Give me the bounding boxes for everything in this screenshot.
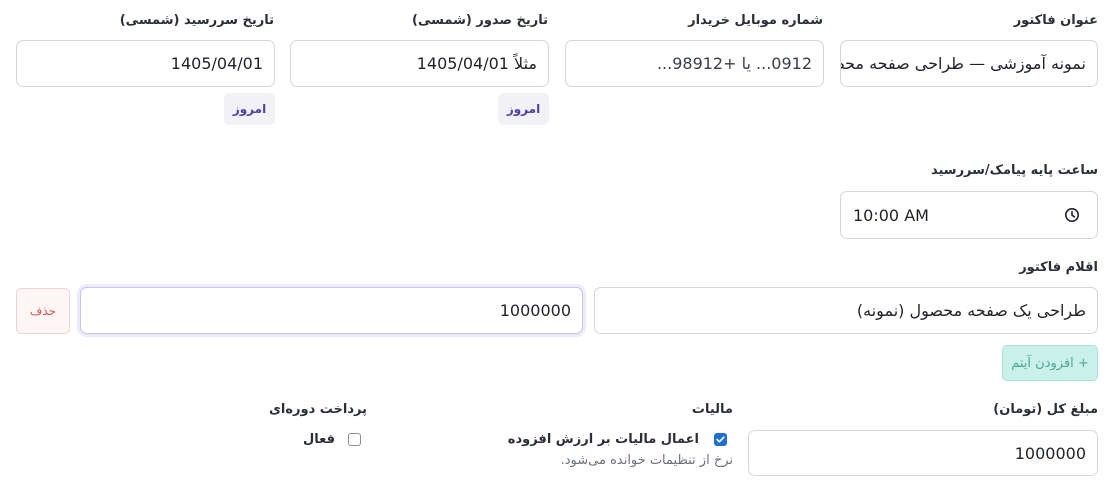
item-price-value: 1000000 <box>499 301 571 320</box>
issue-date-label: تاریخ صدور (شمسی) <box>412 13 548 28</box>
buyer-mobile-placeholder: 0912... یا +98912... <box>656 54 812 73</box>
check-icon <box>716 436 725 443</box>
total-input[interactable]: 1000000 <box>748 430 1098 476</box>
buyer-mobile-label: شماره موبایل خریدار <box>688 13 823 28</box>
sms-time-input[interactable]: 10:00 AM <box>840 191 1098 239</box>
total-value: 1000000 <box>1014 443 1086 463</box>
recurring-active-label: فعال <box>302 432 335 447</box>
add-item-button[interactable]: + افزودن آیتم <box>1002 345 1098 381</box>
item-description-input[interactable]: طراحی یک صفحه محصول (نمونه) <box>594 287 1098 334</box>
sms-time-value: 10:00 AM <box>853 205 929 225</box>
due-date-value: 1405/04/01 <box>170 54 263 73</box>
sms-time-label: ساعت پایه پیامک/سررسید <box>930 163 1098 178</box>
clock-icon[interactable] <box>1064 207 1080 223</box>
vat-checkbox[interactable] <box>714 433 727 446</box>
recurring-label: پرداخت دوره‌ای <box>268 402 367 417</box>
items-label: اقلام فاکتور <box>1019 260 1098 275</box>
delete-item-button[interactable]: حذف <box>16 288 70 334</box>
item-description-value: طراحی یک صفحه محصول (نمونه) <box>856 301 1086 320</box>
buyer-mobile-input[interactable]: 0912... یا +98912... <box>565 40 824 87</box>
issue-date-input[interactable]: مثلاً 1405/04/01 <box>290 40 549 87</box>
vat-label: اعمال مالیات بر ارزش افزوده <box>507 432 699 447</box>
issue-date-today-button[interactable]: امروز <box>498 93 549 125</box>
total-label: مبلغ کل (تومان) <box>993 402 1098 417</box>
recurring-active-checkbox[interactable] <box>348 433 361 446</box>
tax-hint: نرخ از تنظیمات خوانده می‌شود. <box>560 453 733 468</box>
invoice-title-label: عنوان فاکتور <box>1013 13 1098 28</box>
due-date-today-button[interactable]: امروز <box>224 93 275 125</box>
item-price-input[interactable]: 1000000 <box>80 287 583 334</box>
due-date-input[interactable]: 1405/04/01 <box>16 40 275 87</box>
invoice-title-input[interactable]: نمونه آموزشی — طراحی صفحه محصو <box>840 40 1098 87</box>
due-date-label: تاریخ سررسید (شمسی) <box>119 13 274 28</box>
invoice-title-value: نمونه آموزشی — طراحی صفحه محصو <box>840 54 1086 73</box>
issue-date-value: مثلاً 1405/04/01 <box>416 54 537 73</box>
tax-label: مالیات <box>691 402 733 417</box>
